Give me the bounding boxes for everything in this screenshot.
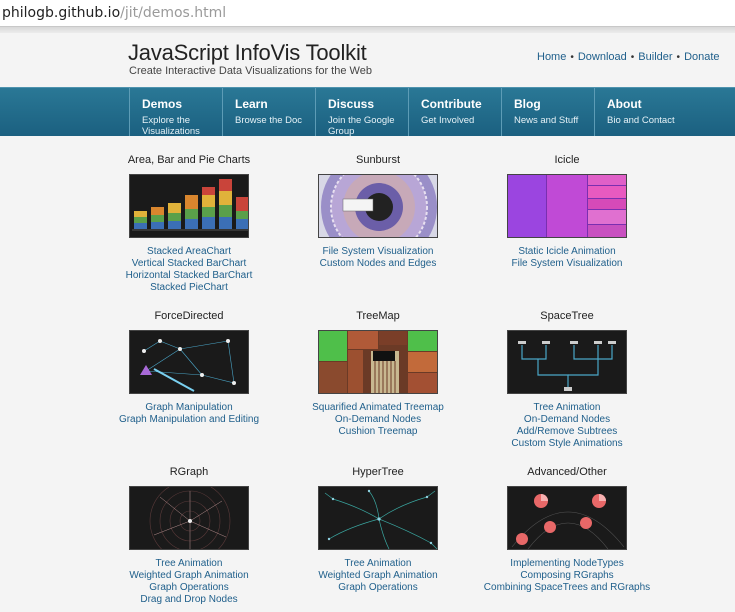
demo-link[interactable]: Vertical Stacked BarChart <box>89 258 289 270</box>
spacetree-thumbnail[interactable] <box>507 330 627 394</box>
section-title-advanced: Advanced/Other <box>527 466 607 478</box>
forcedirected-demo-links: Graph Manipulation Graph Manipulation an… <box>89 402 289 426</box>
demo-link[interactable]: Add/Remove Subtrees <box>467 426 667 438</box>
demo-link[interactable]: Combining SpaceTrees and RGraphs <box>467 582 667 594</box>
demo-link[interactable]: Tree Animation <box>467 402 667 414</box>
charts-thumbnail[interactable] <box>129 174 249 238</box>
top-links: Home • Download • Builder • Donate <box>537 51 720 63</box>
section-title-spacetree: SpaceTree <box>540 310 594 322</box>
advanced-preview-image <box>508 487 626 549</box>
demo-link[interactable]: On-Demand Nodes <box>278 414 478 426</box>
demo-link[interactable]: On-Demand Nodes <box>467 414 667 426</box>
url-host: philogb.github.io <box>2 5 121 21</box>
nav-title: About <box>607 97 642 111</box>
demo-link[interactable]: Cushion Treemap <box>278 426 478 438</box>
rgraph-preview-image <box>130 487 248 549</box>
icicle-demo-links: Static Icicle Animation File System Visu… <box>467 246 667 270</box>
hypertree-demo-links: Tree Animation Weighted Graph Animation … <box>278 558 478 594</box>
download-link[interactable]: Download <box>578 51 627 63</box>
demo-link[interactable]: Custom Nodes and Edges <box>278 258 478 270</box>
demo-link[interactable]: Graph Operations <box>89 582 289 594</box>
nav-item-discuss[interactable]: Discuss Join the Google Group <box>315 88 423 137</box>
section-title-icicle: Icicle <box>554 154 580 166</box>
demo-link[interactable]: Implementing NodeTypes <box>467 558 667 570</box>
force-graph-preview-image <box>130 331 248 393</box>
demo-link[interactable]: Composing RGraphs <box>467 570 667 582</box>
section-title-forcedirected: ForceDirected <box>154 310 224 322</box>
advanced-demo-links: Implementing NodeTypes Composing RGraphs… <box>467 558 667 594</box>
icicle-preview-image <box>508 175 626 237</box>
demo-link[interactable]: Horizontal Stacked BarChart <box>89 270 289 282</box>
demo-link[interactable]: Drag and Drop Nodes <box>89 594 289 606</box>
treemap-demo-links: Squarified Animated Treemap On-Demand No… <box>278 402 478 438</box>
treemap-thumbnail[interactable] <box>318 330 438 394</box>
bullet-separator: • <box>570 52 574 63</box>
advanced-thumbnail[interactable] <box>507 486 627 550</box>
bullet-separator: • <box>630 52 635 63</box>
sunburst-thumbnail[interactable] <box>318 174 438 238</box>
demo-link[interactable]: Tree Animation <box>89 558 289 570</box>
nav-item-learn[interactable]: Learn Browse the Doc <box>222 88 330 136</box>
section-title-rgraph: RGraph <box>169 466 209 478</box>
spacetree-demo-links: Tree Animation On-Demand Nodes Add/Remov… <box>467 402 667 450</box>
demo-link[interactable]: Custom Style Animations <box>467 438 667 450</box>
site-subtitle: Create Interactive Data Visualizations f… <box>129 65 372 77</box>
charts-demo-links: Stacked AreaChart Vertical Stacked BarCh… <box>89 246 289 294</box>
url-path: /jit/demos.html <box>120 5 227 21</box>
nav-item-contribute[interactable]: Contribute Get Involved <box>408 88 516 136</box>
site-title: JavaScript InfoVis Toolkit <box>128 40 367 65</box>
nav-item-demos[interactable]: Demos Explore the Visualizations <box>129 88 237 137</box>
section-title-charts: Area, Bar and Pie Charts <box>127 154 251 166</box>
demo-link[interactable]: Tree Animation <box>278 558 478 570</box>
spacetree-preview-image <box>508 331 626 393</box>
sunburst-demo-links: File System Visualization Custom Nodes a… <box>278 246 478 270</box>
browser-chrome-strip <box>0 27 735 33</box>
main-nav: Demos Explore the Visualizations Learn B… <box>0 87 735 137</box>
forcedirected-thumbnail[interactable] <box>129 330 249 394</box>
rgraph-demo-links: Tree Animation Weighted Graph Animation … <box>89 558 289 606</box>
demo-link[interactable]: Stacked PieChart <box>89 282 289 294</box>
sunburst-preview-image <box>319 175 437 237</box>
hypertree-thumbnail[interactable] <box>318 486 438 550</box>
demo-link[interactable]: Static Icicle Animation <box>467 246 667 258</box>
treemap-preview-image <box>319 331 437 393</box>
icicle-thumbnail[interactable] <box>507 174 627 238</box>
home-link[interactable]: Home <box>537 51 566 63</box>
demo-link[interactable]: Squarified Animated Treemap <box>278 402 478 414</box>
nav-item-blog[interactable]: Blog News and Stuff <box>501 88 609 136</box>
demo-link[interactable]: Graph Manipulation <box>89 402 289 414</box>
address-bar[interactable]: philogb.github.io/jit/demos.html <box>0 0 735 27</box>
builder-link[interactable]: Builder <box>638 51 672 63</box>
demo-link[interactable]: Stacked AreaChart <box>89 246 289 258</box>
nav-subtitle: Bio and Contact <box>607 115 675 126</box>
donate-link[interactable]: Donate <box>684 51 719 63</box>
section-title-hypertree: HyperTree <box>352 466 404 478</box>
demo-link[interactable]: Graph Manipulation and Editing <box>89 414 289 426</box>
section-title-sunburst: Sunburst <box>355 154 401 166</box>
bullet-separator: • <box>676 52 681 63</box>
nav-item-about[interactable]: About Bio and Contact <box>594 88 702 136</box>
hypertree-preview-image <box>319 487 437 549</box>
demo-link[interactable]: File System Visualization <box>467 258 667 270</box>
demo-link[interactable]: File System Visualization <box>278 246 478 258</box>
rgraph-thumbnail[interactable] <box>129 486 249 550</box>
demo-link[interactable]: Weighted Graph Animation <box>89 570 289 582</box>
bar-chart-preview-image <box>130 175 248 237</box>
demo-link[interactable]: Graph Operations <box>278 582 478 594</box>
demo-link[interactable]: Weighted Graph Animation <box>278 570 478 582</box>
section-title-treemap: TreeMap <box>356 310 400 322</box>
